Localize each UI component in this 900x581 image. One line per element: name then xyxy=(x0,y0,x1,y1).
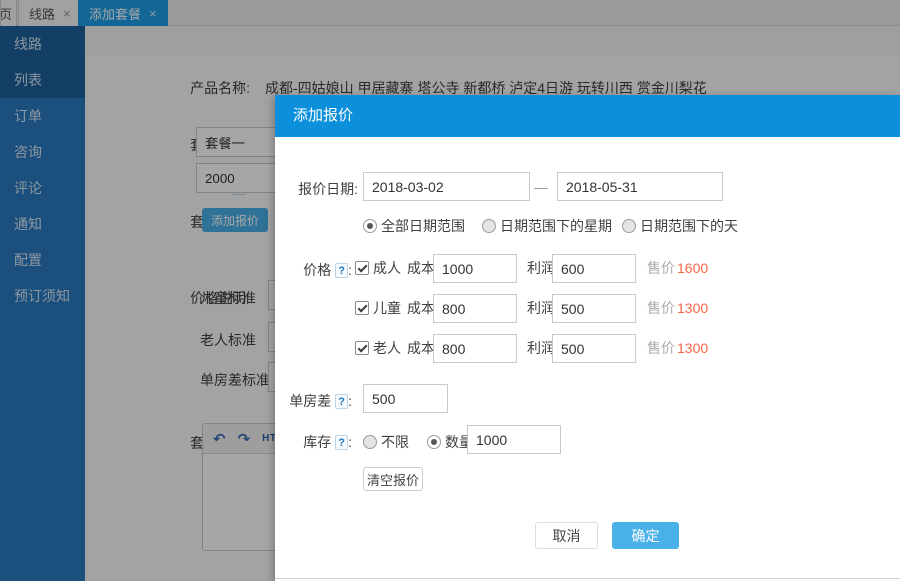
adult-sale-price: 1600 xyxy=(677,254,708,283)
checkbox-senior[interactable] xyxy=(355,341,369,355)
clear-quote-button[interactable]: 清空报价 xyxy=(363,467,423,491)
radio-icon[interactable] xyxy=(363,435,377,449)
quote-date-label: 报价日期: xyxy=(275,179,358,199)
single-room-label: 单房差 ?: xyxy=(275,391,352,411)
sale-label: 售价 xyxy=(647,334,675,363)
checkbox-child[interactable] xyxy=(355,301,369,315)
price-row-adult: 成人 成本 利润 售价 1600 xyxy=(275,254,900,283)
radio-icon[interactable] xyxy=(482,219,496,233)
senior-sale-price: 1300 xyxy=(677,334,708,363)
stock-label: 库存 ?: xyxy=(275,432,352,452)
price-row-senior: 老人 成本 利润 售价 1300 xyxy=(275,334,900,363)
profit-label: 利润 xyxy=(527,334,555,363)
help-icon[interactable]: ? xyxy=(335,435,348,450)
stock-unlimited-option[interactable]: 不限 xyxy=(363,432,409,452)
app-screen: 页 线路 × 添加套餐 × 线路 列表 订单 咨询 评论 通知 配置 预订须知 … xyxy=(0,0,900,581)
price-row-child: 儿童 成本 利润 售价 1300 xyxy=(275,294,900,323)
modal-title: 添加报价 xyxy=(275,95,900,137)
child-profit-input[interactable] xyxy=(552,294,636,323)
senior-profit-input[interactable] xyxy=(552,334,636,363)
help-icon[interactable]: ? xyxy=(335,394,348,409)
stock-quantity-input[interactable] xyxy=(467,425,561,454)
checkbox-adult[interactable] xyxy=(355,261,369,275)
sale-label: 售价 xyxy=(647,254,675,283)
date-from-input[interactable] xyxy=(363,172,530,201)
profit-label: 利润 xyxy=(527,294,555,323)
cost-label: 成本 xyxy=(407,254,435,283)
date-mode-all[interactable]: 全部日期范围 xyxy=(363,216,465,236)
child-sale-price: 1300 xyxy=(677,294,708,323)
modal-bottom-divider xyxy=(275,578,900,579)
date-separator: — xyxy=(534,179,548,195)
cost-label: 成本 xyxy=(407,294,435,323)
date-mode-weekday[interactable]: 日期范围下的星期 xyxy=(482,216,612,236)
radio-icon[interactable] xyxy=(363,219,377,233)
radio-icon[interactable] xyxy=(622,219,636,233)
senior-cost-input[interactable] xyxy=(433,334,517,363)
single-room-input[interactable] xyxy=(363,384,448,413)
date-to-input[interactable] xyxy=(557,172,723,201)
adult-cost-input[interactable] xyxy=(433,254,517,283)
add-quote-modal: 添加报价 报价日期: — 全部日期范围 日期范围下的星期 日期范围下的天 价格 … xyxy=(275,95,900,581)
date-mode-day[interactable]: 日期范围下的天 xyxy=(622,216,738,236)
cancel-button[interactable]: 取消 xyxy=(535,522,598,549)
confirm-button[interactable]: 确定 xyxy=(612,522,679,549)
child-cost-input[interactable] xyxy=(433,294,517,323)
cost-label: 成本 xyxy=(407,334,435,363)
sale-label: 售价 xyxy=(647,294,675,323)
radio-icon[interactable] xyxy=(427,435,441,449)
adult-profit-input[interactable] xyxy=(552,254,636,283)
profit-label: 利润 xyxy=(527,254,555,283)
